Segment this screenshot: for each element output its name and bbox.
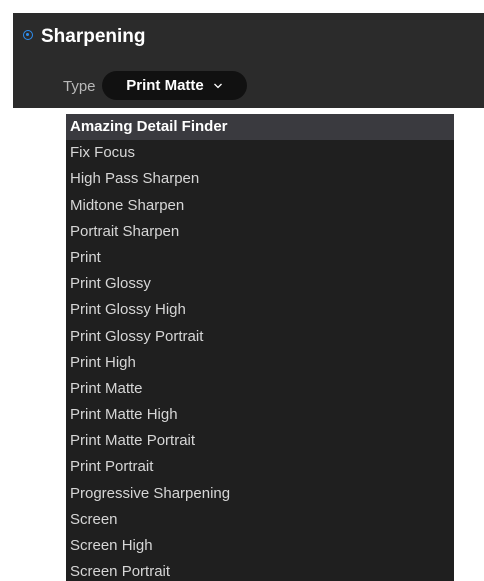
chevron-down-icon bbox=[213, 83, 222, 88]
dropdown-option[interactable]: Print Matte Portrait bbox=[66, 428, 454, 454]
power-toggle-icon[interactable] bbox=[23, 30, 33, 40]
dropdown-option[interactable]: Print Matte bbox=[66, 376, 454, 402]
dropdown-option[interactable]: Portrait Sharpen bbox=[66, 219, 454, 245]
dropdown-option[interactable]: Progressive Sharpening bbox=[66, 481, 454, 507]
dropdown-option[interactable]: Midtone Sharpen bbox=[66, 193, 454, 219]
dropdown-option[interactable]: Screen bbox=[66, 507, 454, 533]
dropdown-option[interactable]: Screen Portrait bbox=[66, 559, 454, 581]
dropdown-option[interactable]: Print Glossy High bbox=[66, 297, 454, 323]
dropdown-option[interactable]: High Pass Sharpen bbox=[66, 166, 454, 192]
dropdown-option[interactable]: Print Glossy Portrait bbox=[66, 324, 454, 350]
dropdown-option[interactable]: Print bbox=[66, 245, 454, 271]
dropdown-option[interactable]: Print Matte High bbox=[66, 402, 454, 428]
sharpening-panel: Sharpening Type Print Matte bbox=[13, 13, 484, 108]
type-dropdown-menu: Amazing Detail Finder Fix Focus High Pass … bbox=[66, 114, 454, 581]
type-label: Type bbox=[63, 78, 96, 95]
dropdown-option[interactable]: Amazing Detail Finder bbox=[66, 114, 454, 141]
dropdown-option[interactable]: Fix Focus bbox=[66, 140, 454, 166]
type-dropdown[interactable]: Print Matte bbox=[102, 71, 247, 100]
dropdown-option[interactable]: Print High bbox=[66, 350, 454, 376]
type-dropdown-value: Print Matte bbox=[126, 77, 204, 94]
dropdown-option[interactable]: Screen High bbox=[66, 533, 454, 559]
panel-title: Sharpening bbox=[41, 26, 146, 47]
dropdown-option[interactable]: Print Glossy bbox=[66, 271, 454, 297]
dropdown-option[interactable]: Print Portrait bbox=[66, 454, 454, 480]
